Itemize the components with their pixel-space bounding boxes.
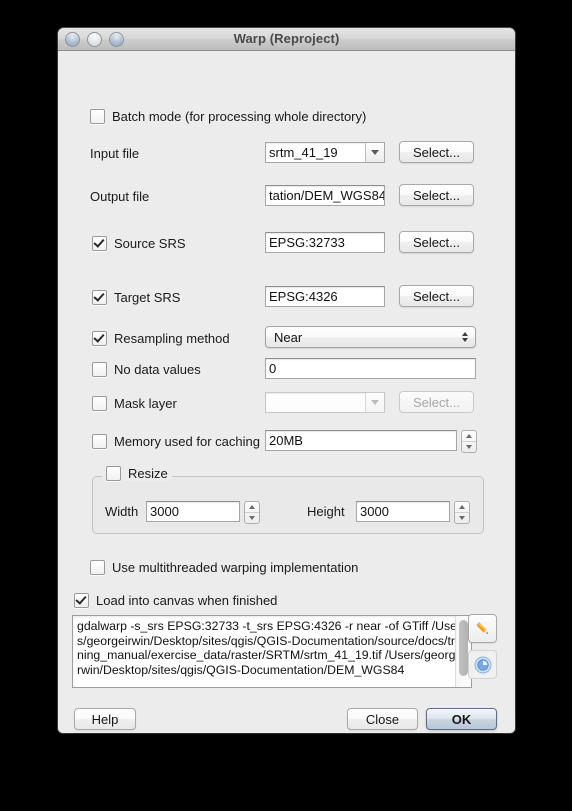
mask-layer-label: Mask layer xyxy=(114,396,177,411)
dialog-content: Batch mode (for processing whole directo… xyxy=(58,51,515,733)
width-input[interactable]: 3000 xyxy=(146,501,240,522)
mask-layer-checkbox[interactable] xyxy=(92,396,107,411)
source-srs-input[interactable]: EPSG:32733 xyxy=(265,232,385,253)
output-file-select-button[interactable]: Select... xyxy=(399,184,474,206)
no-data-values-input[interactable]: 0 xyxy=(265,358,476,379)
command-scrollbar-thumb[interactable] xyxy=(459,620,468,676)
ok-button[interactable]: OK xyxy=(426,708,497,730)
source-srs-select-button[interactable]: Select... xyxy=(399,231,474,253)
window-title: Warp (Reproject) xyxy=(233,31,340,46)
target-srs-row[interactable]: Target SRS xyxy=(92,290,180,305)
multithreaded-row[interactable]: Use multithreaded warping implementation xyxy=(90,560,358,575)
command-text: gdalwarp -s_srs EPSG:32733 -t_srs EPSG:4… xyxy=(77,619,465,677)
warp-reproject-dialog: Warp (Reproject) Batch mode (for process… xyxy=(58,28,515,733)
chevron-down-icon[interactable] xyxy=(365,143,384,162)
command-textarea[interactable]: gdalwarp -s_srs EPSG:32733 -t_srs EPSG:4… xyxy=(72,615,472,688)
help-button[interactable]: Help xyxy=(74,708,136,730)
resize-row[interactable]: Resize xyxy=(102,466,172,481)
source-srs-label: Source SRS xyxy=(114,236,186,251)
chevron-updown-icon xyxy=(462,332,468,342)
multithreaded-checkbox[interactable] xyxy=(90,560,105,575)
resize-checkbox[interactable] xyxy=(106,466,121,481)
target-srs-input[interactable]: EPSG:4326 xyxy=(265,286,385,307)
source-srs-checkbox[interactable] xyxy=(92,236,107,251)
output-file-label: Output file xyxy=(90,189,150,204)
height-label: Height xyxy=(307,504,345,519)
window-titlebar: Warp (Reproject) xyxy=(58,28,515,51)
memory-caching-checkbox[interactable] xyxy=(92,434,107,449)
memory-caching-stepper[interactable] xyxy=(461,430,477,453)
target-srs-select-button[interactable]: Select... xyxy=(399,285,474,307)
memory-caching-label: Memory used for caching xyxy=(114,434,260,449)
batch-mode-row[interactable]: Batch mode (for processing whole directo… xyxy=(90,109,366,124)
no-data-values-label: No data values xyxy=(114,362,201,377)
resampling-method-select[interactable]: Near xyxy=(265,326,476,348)
multithreaded-label: Use multithreaded warping implementation xyxy=(112,560,359,575)
target-srs-checkbox[interactable] xyxy=(92,290,107,305)
load-into-canvas-checkbox[interactable] xyxy=(74,593,89,608)
input-file-combo[interactable]: srtm_41_19 xyxy=(265,142,385,163)
resampling-method-row[interactable]: Resampling method xyxy=(92,331,230,346)
batch-mode-label: Batch mode (for processing whole directo… xyxy=(112,109,367,124)
width-stepper[interactable] xyxy=(244,501,260,524)
no-data-values-checkbox[interactable] xyxy=(92,362,107,377)
no-data-values-row[interactable]: No data values xyxy=(92,362,201,377)
chevron-down-icon[interactable] xyxy=(365,393,384,412)
mask-layer-select-button[interactable]: Select... xyxy=(399,391,474,413)
width-label: Width xyxy=(105,504,139,519)
globe-help-button[interactable] xyxy=(468,650,497,679)
resampling-method-checkbox[interactable] xyxy=(92,331,107,346)
input-file-value: srtm_41_19 xyxy=(269,145,338,160)
batch-mode-checkbox[interactable] xyxy=(90,109,105,124)
source-srs-row[interactable]: Source SRS xyxy=(92,236,186,251)
resampling-method-label: Resampling method xyxy=(114,331,230,346)
target-srs-label: Target SRS xyxy=(114,290,181,305)
load-into-canvas-row[interactable]: Load into canvas when finished xyxy=(74,593,277,608)
resize-label: Resize xyxy=(128,466,168,481)
close-button[interactable]: Close xyxy=(347,708,418,730)
load-into-canvas-label: Load into canvas when finished xyxy=(96,593,278,608)
mask-layer-value xyxy=(266,393,365,412)
edit-pencil-button[interactable] xyxy=(468,614,497,643)
memory-caching-row[interactable]: Memory used for caching xyxy=(92,434,260,449)
input-file-select-button[interactable]: Select... xyxy=(399,141,474,163)
height-stepper[interactable] xyxy=(454,501,470,524)
height-input[interactable]: 3000 xyxy=(356,501,450,522)
edit-pencil-icon xyxy=(475,621,488,634)
mask-layer-row[interactable]: Mask layer xyxy=(92,396,177,411)
globe-icon xyxy=(474,656,491,673)
output-file-input[interactable]: tation/DEM_WGS84 xyxy=(265,185,385,206)
input-file-label: Input file xyxy=(90,146,140,161)
mask-layer-combo[interactable] xyxy=(265,392,385,413)
memory-caching-input[interactable]: 20MB xyxy=(265,430,457,451)
resampling-method-value: Near xyxy=(274,329,303,345)
